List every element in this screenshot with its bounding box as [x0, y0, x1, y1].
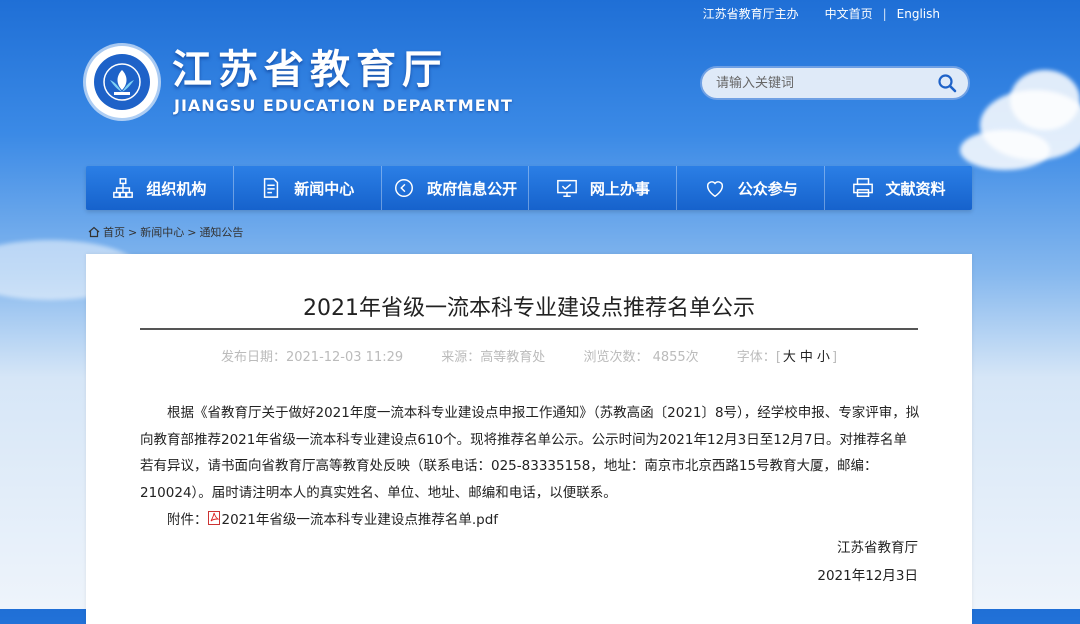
bracket-close: ]: [831, 350, 838, 365]
pdf-icon: [207, 511, 220, 525]
breadcrumb-home[interactable]: 首页: [103, 224, 125, 240]
bracket-open: [: [775, 350, 781, 365]
document-icon: [264, 178, 279, 198]
monitor-icon: [556, 179, 577, 197]
top-links: 江苏省教育厅主办 中文首页 | English: [703, 5, 940, 22]
nav-item-label: 组织机构: [146, 179, 207, 198]
chinese-home-link[interactable]: 中文首页: [825, 5, 873, 22]
nav-item-label: 文献资料: [885, 179, 946, 198]
nav-item-label: 政府信息公开: [427, 179, 518, 198]
english-link[interactable]: English: [897, 7, 940, 21]
search-input[interactable]: [702, 74, 932, 92]
article-panel: 2021年省级一流本科专业建设点推荐名单公示 发布日期：2021-12-03 1…: [86, 254, 972, 624]
article-meta: 发布日期：2021-12-03 11:29 来源：高等教育处 浏览次数： 485…: [86, 346, 972, 365]
nav-item-label: 新闻中心: [294, 179, 355, 198]
printer-icon: [852, 178, 873, 197]
signature-org: 江苏省教育厅: [837, 540, 918, 556]
breadcrumb-sep: >: [128, 225, 138, 239]
cloud-decoration: [1010, 70, 1080, 130]
font-size-label: 字体：: [736, 350, 776, 365]
font-size-control: 字体：[大中小]: [737, 350, 837, 365]
breadcrumb-sep: >: [187, 225, 197, 239]
font-medium-button[interactable]: 中: [800, 350, 813, 365]
breadcrumb: 首页 > 新闻中心 > 通知公告: [88, 224, 243, 240]
article-title: 2021年省级一流本科专业建设点推荐名单公示: [303, 296, 755, 321]
heart-icon: [706, 181, 723, 198]
nav-item-online-services[interactable]: 网上办事: [529, 166, 678, 210]
site-subtitle: JIANGSU EDUCATION DEPARTMENT: [174, 96, 513, 115]
attachment-link[interactable]: 2021年省级一流本科专业建设点推荐名单.pdf: [222, 508, 499, 528]
divider: |: [882, 6, 887, 21]
home-icon: [88, 226, 100, 238]
cloud-decoration: [960, 130, 1050, 170]
site-title: 江苏省教育厅: [172, 47, 448, 93]
signature-block: 江苏省教育厅 2021年12月3日: [817, 534, 918, 590]
title-divider: [140, 328, 918, 330]
org-chart-icon: [113, 178, 134, 198]
education-emblem-icon: [94, 54, 150, 110]
attachment-label: 附件：: [167, 512, 208, 528]
article-source: 来源：高等教育处: [441, 350, 546, 365]
article-body: 根据《省教育厅关于做好2021年度一流本科专业建设点申报工作通知》（苏教高函〔2…: [140, 405, 920, 501]
font-large-button[interactable]: 大: [783, 350, 796, 365]
publish-date: 发布日期：2021-12-03 11:29: [220, 350, 404, 365]
search-icon[interactable]: [932, 68, 962, 98]
nav-item-news[interactable]: 新闻中心: [234, 166, 382, 210]
breadcrumb-notice[interactable]: 通知公告: [199, 224, 243, 240]
signature-date: 2021年12月3日: [817, 568, 918, 584]
main-nav: 组织机构 新闻中心 政府信息公开 网上办事 公众参与 文献资料: [86, 166, 972, 210]
attachment: 附件： 2021年省级一流本科专业建设点推荐名单.pdf: [167, 508, 498, 528]
site-logo[interactable]: [86, 46, 158, 118]
breadcrumb-news[interactable]: 新闻中心: [140, 224, 184, 240]
nav-item-label: 公众参与: [737, 179, 798, 198]
sponsor-text: 江苏省教育厅主办: [702, 7, 799, 21]
nav-item-public-participation[interactable]: 公众参与: [677, 166, 826, 210]
nav-item-literature[interactable]: 文献资料: [825, 166, 972, 210]
font-small-button[interactable]: 小: [817, 350, 830, 365]
view-count: 浏览次数： 4855次: [583, 350, 699, 365]
arrow-circle-icon: [395, 179, 414, 197]
nav-item-gov-info[interactable]: 政府信息公开: [382, 166, 530, 210]
nav-item-organization[interactable]: 组织机构: [86, 166, 234, 210]
search-box: [700, 66, 970, 100]
nav-item-label: 网上办事: [589, 179, 650, 198]
